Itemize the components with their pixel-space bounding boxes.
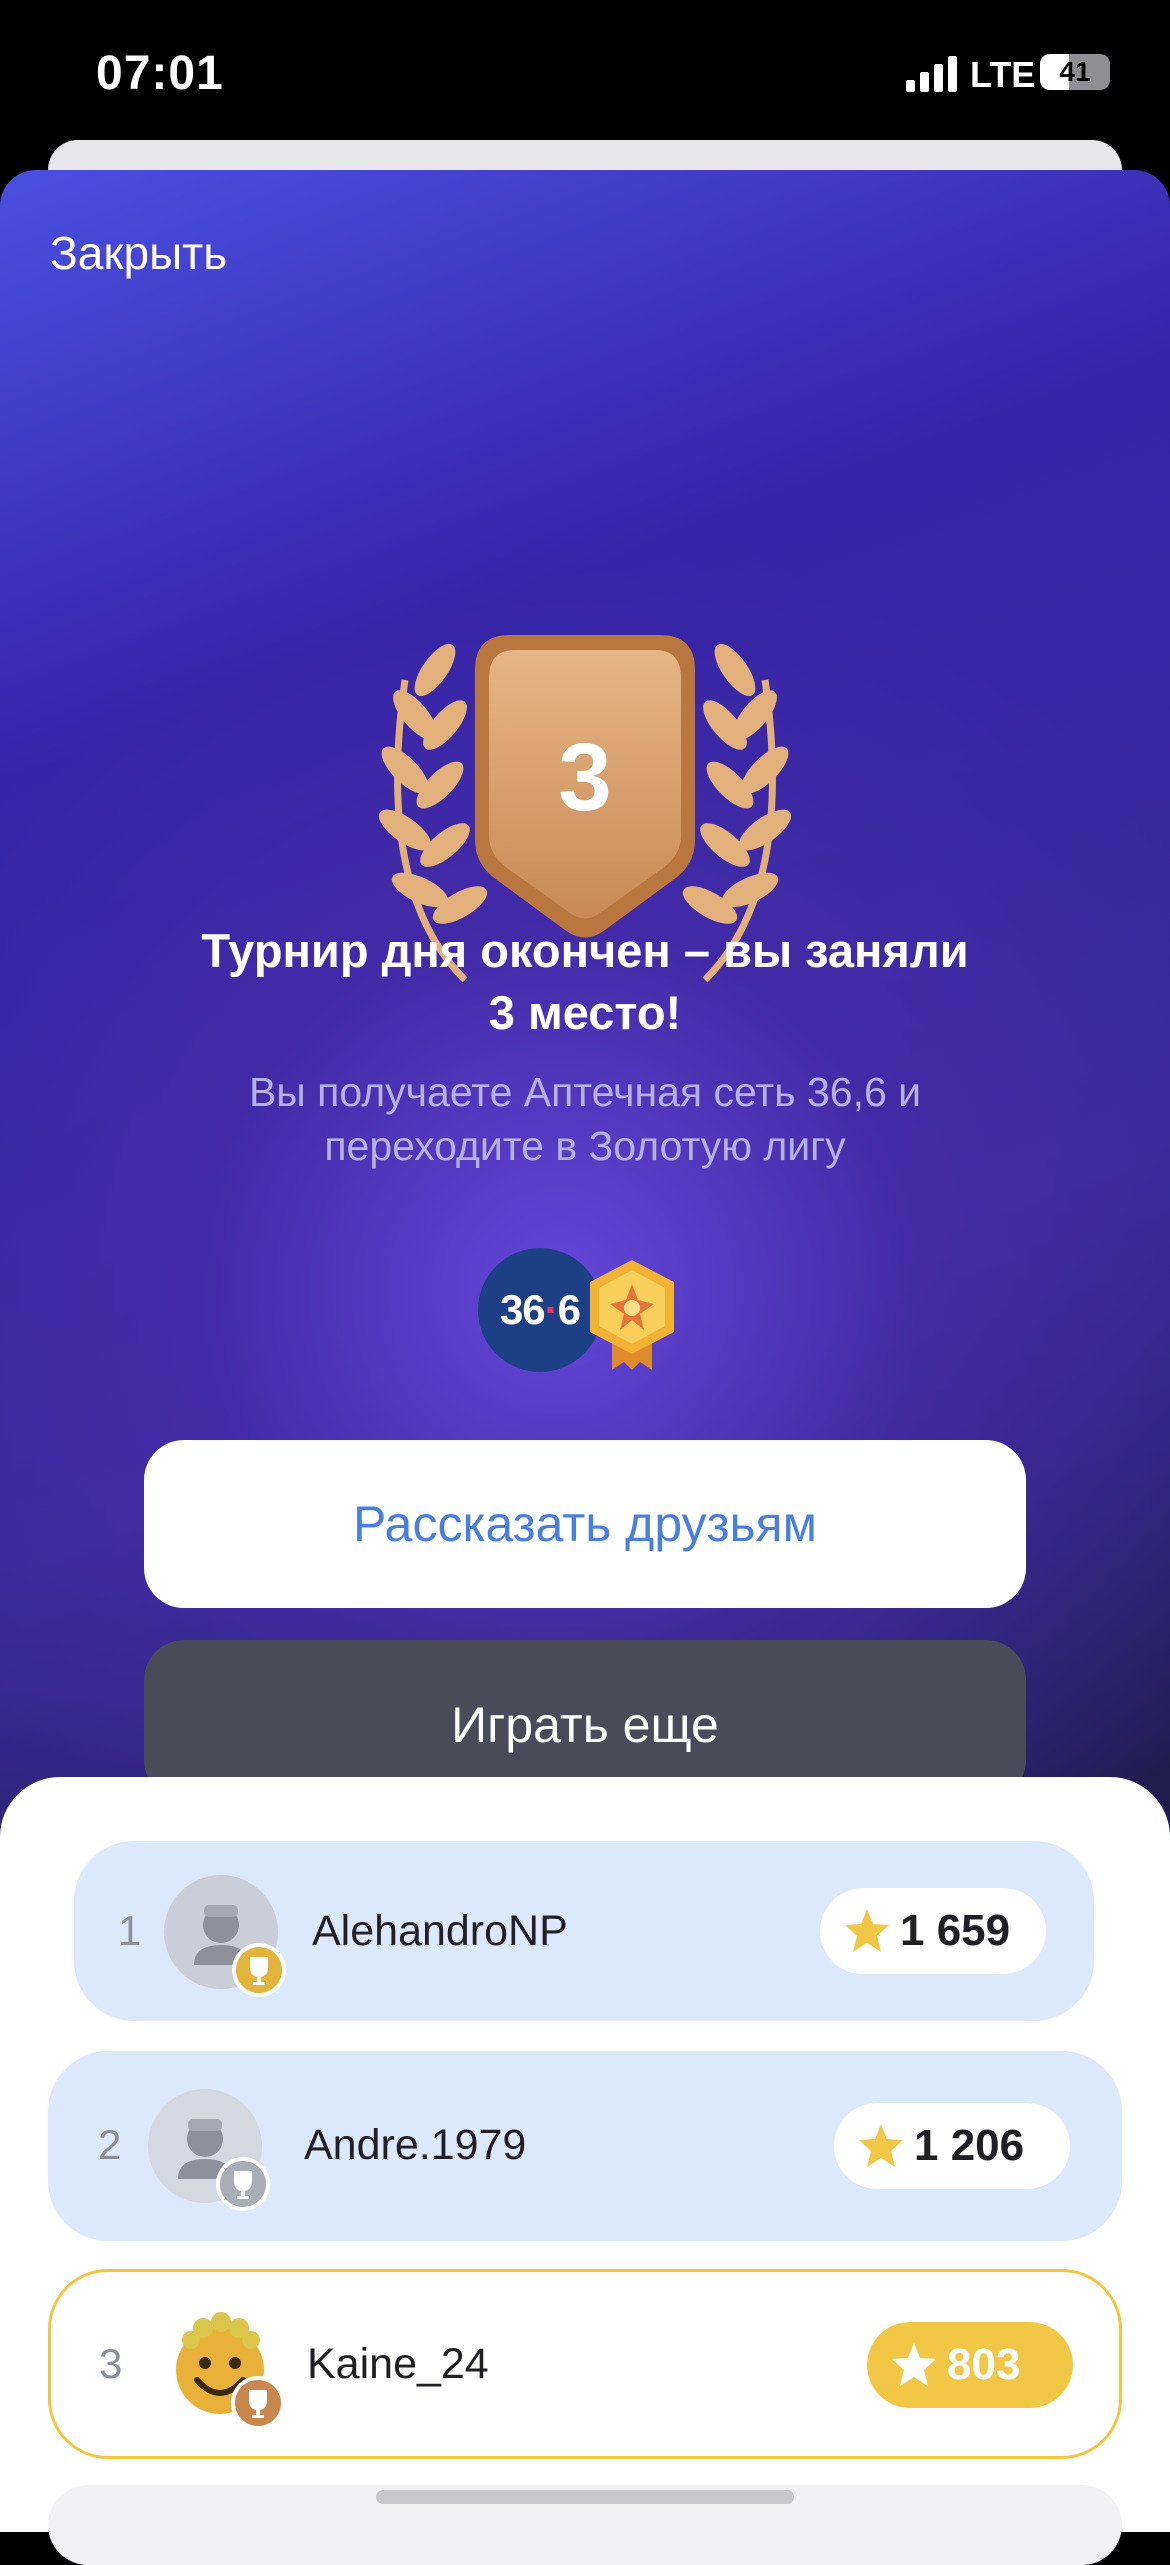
player-name: Kaine_24 [307,2340,489,2388]
player-name: AlehandroNP [312,1907,568,1955]
network-type: LTE [970,54,1036,95]
leaderboard-row[interactable]: 2 Andre.1979 1 206 [48,2051,1122,2241]
score-pill: 1 659 [820,1888,1046,1974]
row-rank: 1 [118,1907,142,1954]
status-bar: 07:01 LTE 41 [0,0,1170,150]
score-pill: 803 [867,2322,1073,2408]
avatar [163,2308,285,2430]
star-icon [859,2124,903,2167]
result-title-line2: 3 место! [488,986,682,1039]
result-subtitle-line2: переходите в Золотую лигу [324,1123,846,1169]
result-title: Турнир дня окончен – вы заняли 3 место! [100,920,1070,1044]
leaderboard-row[interactable]: 1 AlehandroNP 1 659 [74,1841,1094,2021]
battery-icon: 41 [1040,54,1110,90]
result-title-line1: Турнир дня окончен – вы заняли [201,924,969,977]
play-again-button[interactable]: Играть еще [144,1640,1026,1800]
row-rank: 2 [98,2121,122,2168]
reward-icons: 36·6 [478,1248,688,1378]
result-subtitle-line1: Вы получаете Аптечная сеть 36,6 и [248,1069,922,1115]
star-icon [845,1909,889,1952]
trophy-bronze-icon [231,2376,285,2430]
row-rank: 3 [99,2340,123,2387]
avatar [148,2089,270,2211]
cellular-signal-icon [906,56,957,92]
status-time: 07:01 [96,47,224,100]
home-indicator[interactable] [376,2490,794,2504]
battery-percent: 41 [1059,56,1091,87]
bronze-medal-icon: 3 [378,635,792,983]
star-icon [892,2343,936,2386]
medal-place-number: 3 [558,724,611,831]
score-value: 1 206 [914,2121,1025,2170]
avatar [164,1875,286,1997]
result-subtitle: Вы получаете Аптечная сеть 36,6 и перехо… [100,1065,1070,1173]
score-value: 1 659 [900,1906,1011,1955]
share-with-friends-button[interactable]: Рассказать друзьям [144,1440,1026,1608]
player-name: Andre.1979 [304,2121,527,2169]
score-pill: 1 206 [834,2103,1070,2189]
leaderboard: 1 AlehandroNP 1 659 2 Andre.1979 1 206 3… [0,1777,1170,2532]
leaderboard-row-current-user[interactable]: 3 Kaine_24 803 [48,2269,1122,2459]
score-value: 803 [947,2340,1021,2389]
trophy-gold-icon [232,1943,286,1997]
gold-league-badge-icon [590,1260,674,1370]
close-button[interactable]: Закрыть [50,226,227,280]
trophy-silver-icon [216,2157,270,2211]
